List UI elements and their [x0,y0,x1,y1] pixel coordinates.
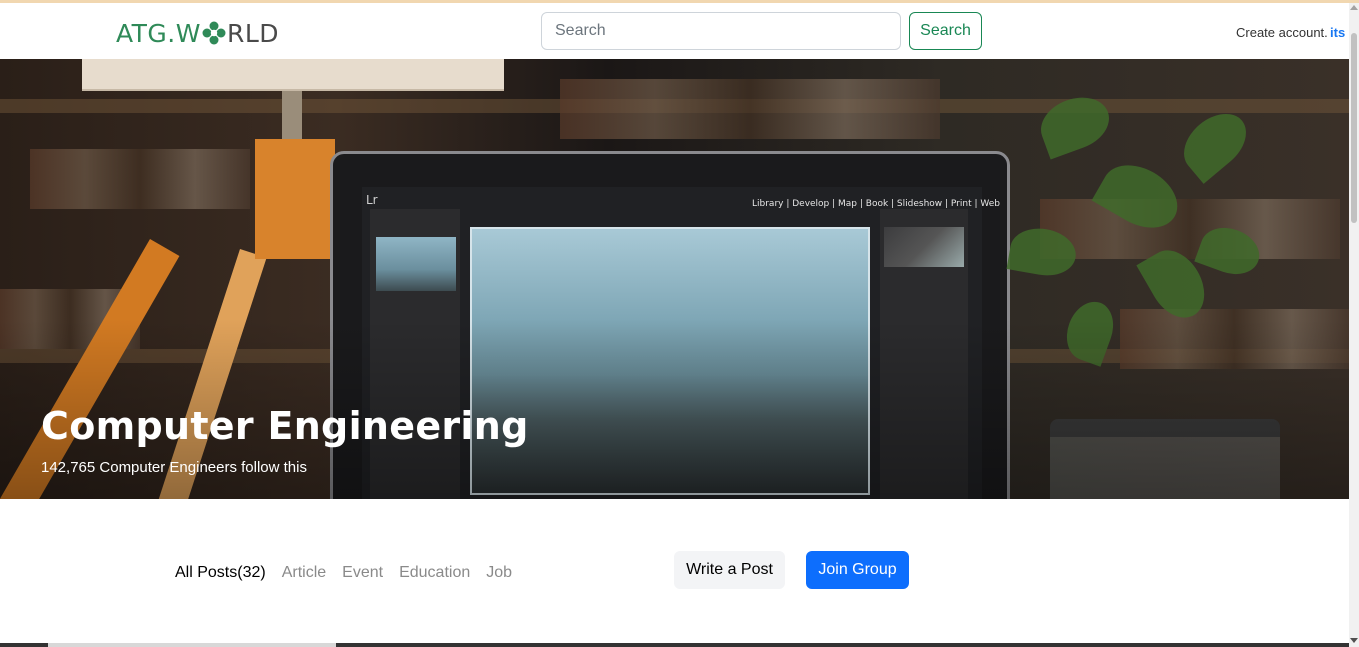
followers-count: 142,765 Computer Engineers follow this [41,459,307,476]
tab-education[interactable]: Education [399,564,470,582]
join-group-button[interactable]: Join Group [806,551,909,589]
tab-all-posts[interactable]: All Posts(32) [175,564,266,582]
scroll-up-arrow-icon[interactable] [1350,5,1358,10]
post-filter-tabs: All Posts(32) Article Event Education Jo… [175,564,512,582]
logo-text-start: ATG.W [116,18,201,48]
atg-world-logo-icon [202,21,226,45]
search-button[interactable]: Search [909,12,982,50]
write-post-button[interactable]: Write a Post [674,551,785,589]
create-account-link[interactable]: its [1330,25,1345,40]
lightroom-menu-text: Library | Develop | Map | Book | Slidesh… [752,199,1000,209]
navbar: ATG.W RLD Search Create account. its [0,3,1349,59]
lightroom-logo-text: Lr [366,193,378,207]
search-input[interactable] [541,12,901,50]
group-title: Computer Engineering [41,404,529,448]
site-logo[interactable]: ATG.W RLD [116,18,280,48]
logo-text-end: RLD [226,18,280,48]
scroll-thumb[interactable] [1351,33,1357,223]
scroll-down-arrow-icon[interactable] [1350,638,1358,643]
create-account-text: Create account. [1236,25,1328,40]
page-scrollbar[interactable] [1349,3,1359,647]
tab-job[interactable]: Job [486,564,512,582]
tab-article[interactable]: Article [282,564,326,582]
lamp-shade [82,59,504,91]
tab-event[interactable]: Event [342,564,383,582]
